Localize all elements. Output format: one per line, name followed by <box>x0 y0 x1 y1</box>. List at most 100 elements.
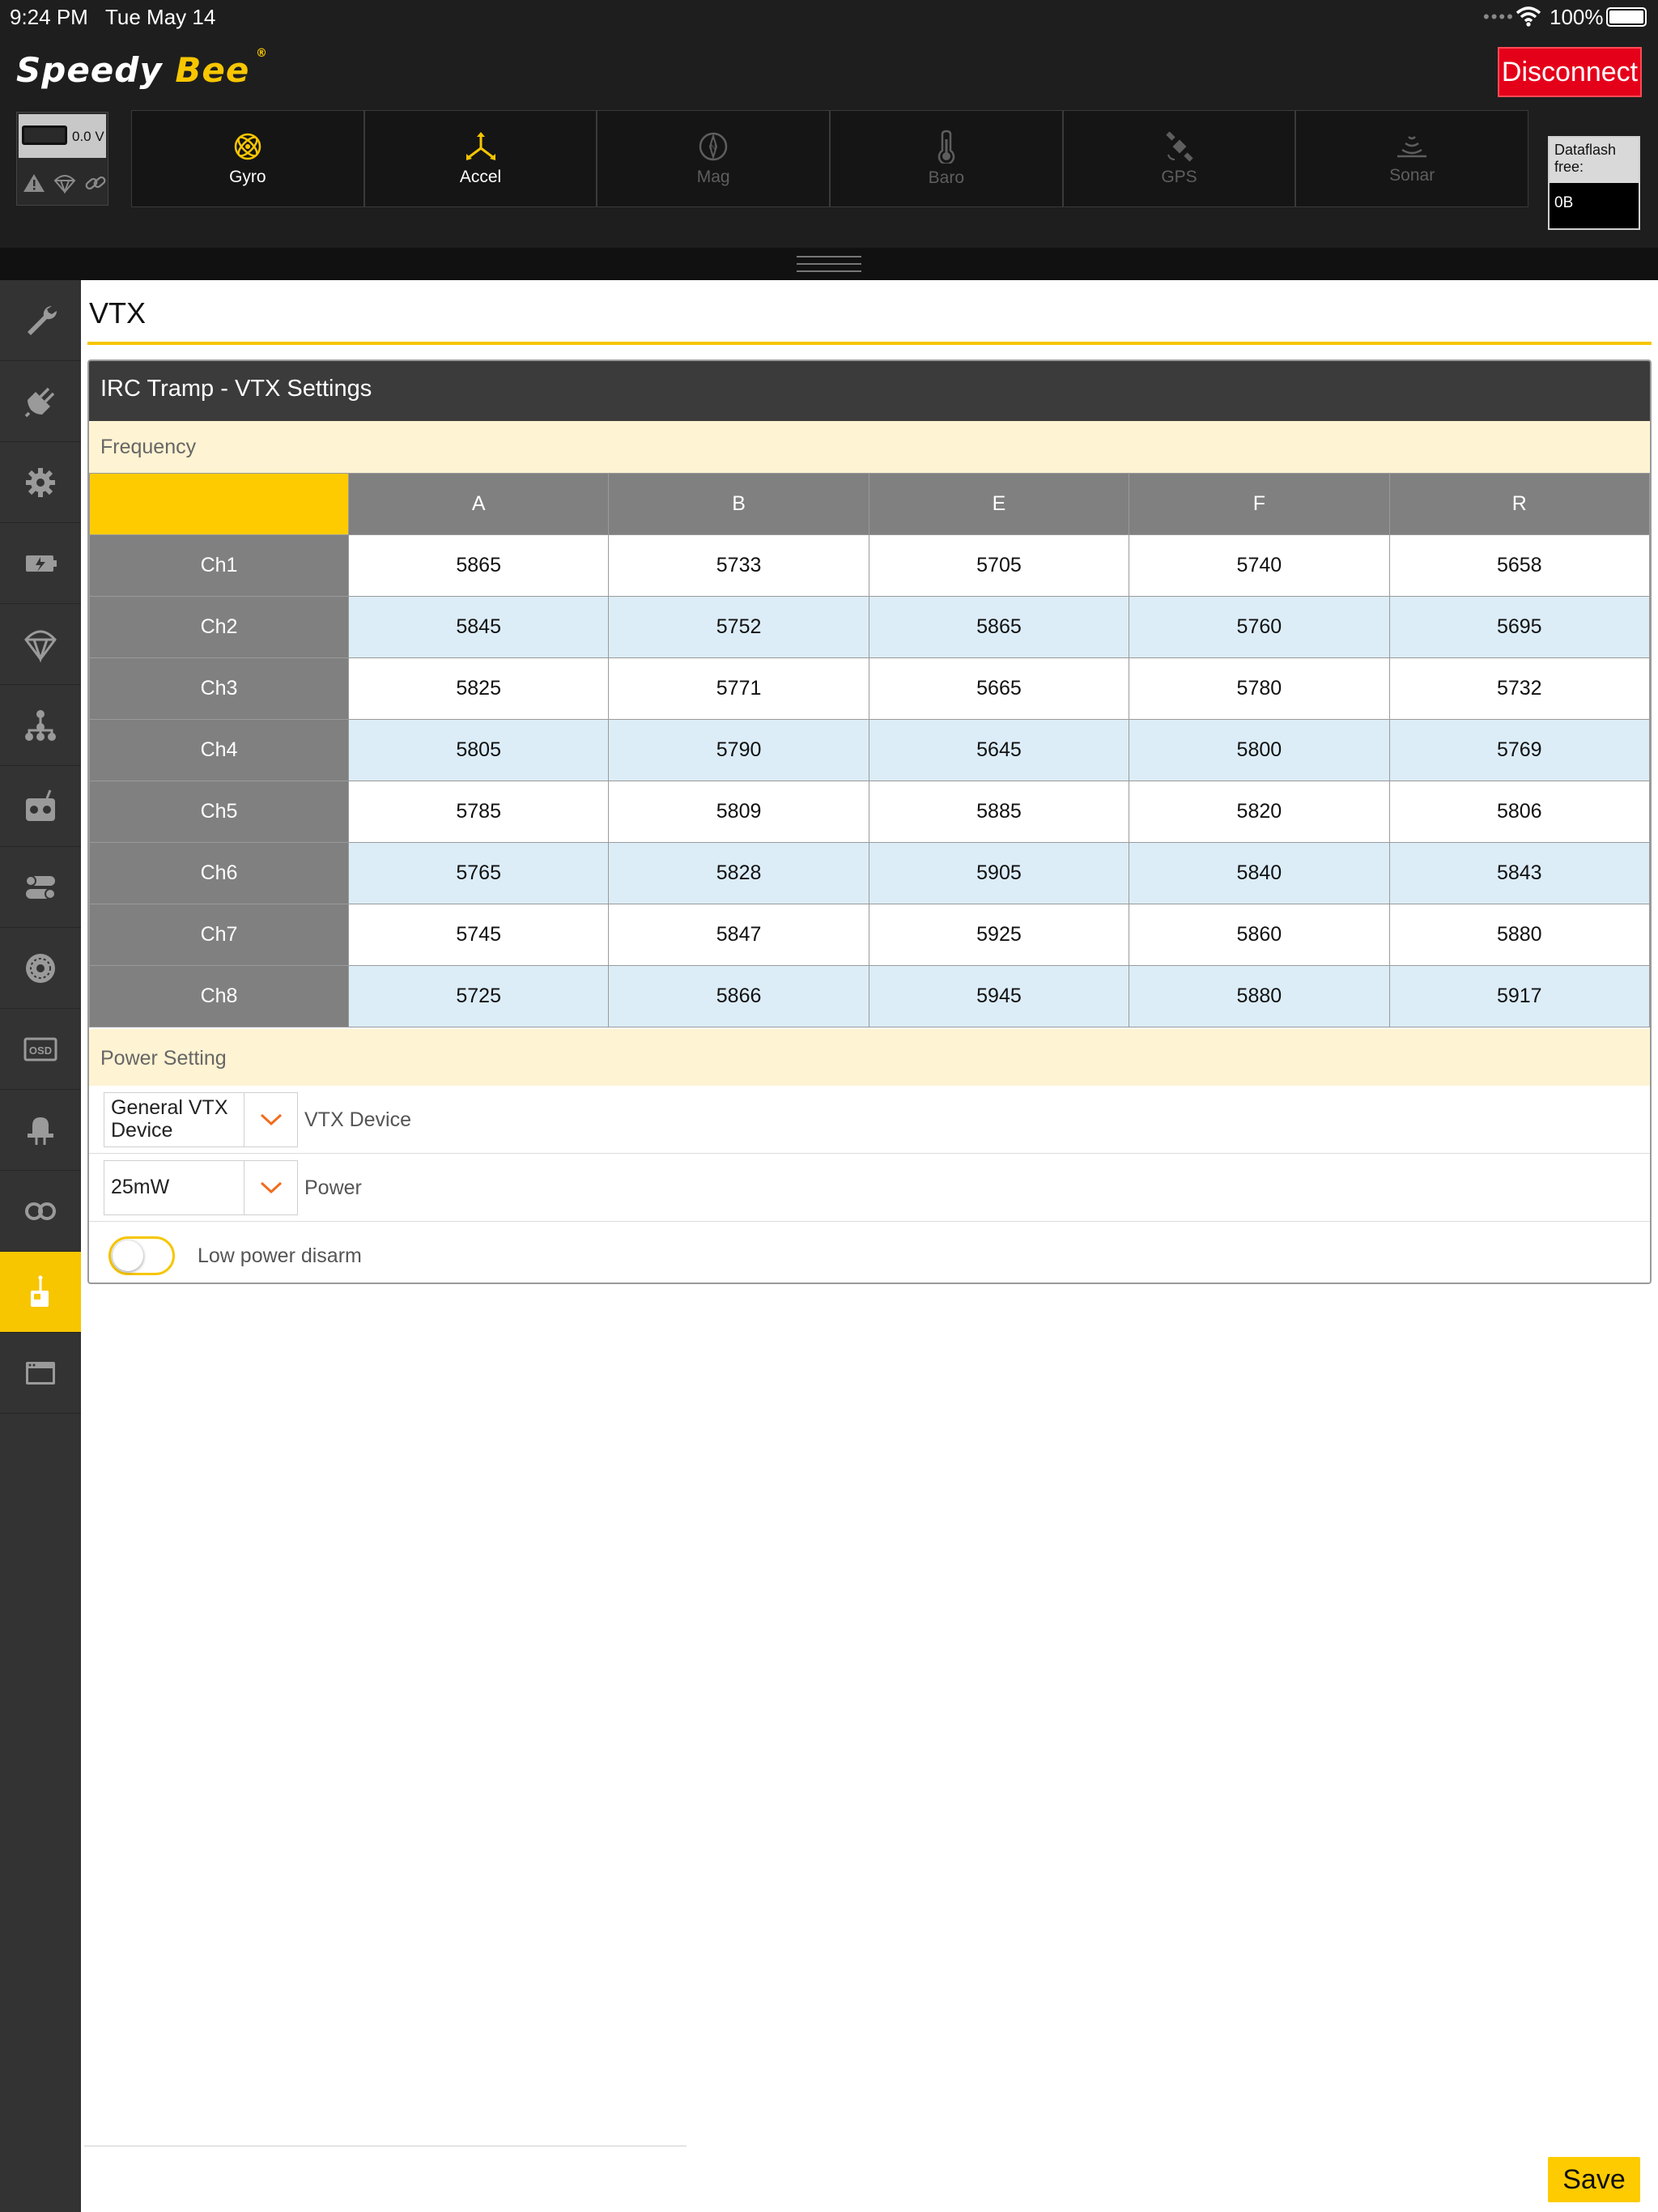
blackbox-icon <box>25 1202 56 1220</box>
svg-text:N: N <box>711 143 716 151</box>
frequency-cell[interactable]: 5885 <box>868 781 1130 843</box>
receiver-icon <box>26 789 55 821</box>
frequency-table: A B E F R Ch1 5865 5733 5705 5740 5658 C <box>89 473 1650 1027</box>
channel-label: Ch3 <box>89 657 349 720</box>
frequency-cell[interactable]: 5843 <box>1388 842 1650 904</box>
frequency-cell[interactable]: 5658 <box>1388 534 1650 597</box>
table-row: Ch2 5845 5752 5865 5760 5695 <box>89 596 1650 658</box>
gyro-icon <box>234 133 261 160</box>
frequency-cell[interactable]: 5732 <box>1388 657 1650 720</box>
sidebar-item-cli[interactable] <box>0 1333 81 1414</box>
frequency-cell[interactable]: 5880 <box>1129 965 1390 1027</box>
frequency-cell[interactable]: 5945 <box>868 965 1130 1027</box>
sidebar-item-receiver[interactable] <box>0 766 81 847</box>
frequency-cell[interactable]: 5800 <box>1129 719 1390 781</box>
band-header: B <box>608 473 869 535</box>
frequency-cell[interactable]: 5806 <box>1388 781 1650 843</box>
frequency-cell[interactable]: 5805 <box>347 719 610 781</box>
frequency-cell[interactable]: 5845 <box>347 596 610 658</box>
frequency-cell[interactable]: 5925 <box>868 904 1130 966</box>
logo-bee: Bee <box>175 50 250 90</box>
sidebar-item-configuration[interactable] <box>0 442 81 523</box>
status-date: Tue May 14 <box>105 5 216 29</box>
frequency-cell[interactable]: 5820 <box>1129 781 1390 843</box>
accel-icon <box>466 132 495 160</box>
sidebar-item-blackbox[interactable] <box>0 1171 81 1252</box>
sidebar-item-vtx[interactable] <box>0 1252 81 1333</box>
frequency-cell[interactable]: 5825 <box>347 657 610 720</box>
frequency-cell[interactable]: 5880 <box>1388 904 1650 966</box>
frequency-cell[interactable]: 5760 <box>1129 596 1390 658</box>
battery-power-icon <box>26 555 57 572</box>
power-label: Power <box>304 1176 362 1199</box>
signal-dots-icon: •••• <box>1483 6 1515 27</box>
speedybee-logo: Speedy Bee ® <box>16 47 267 90</box>
sidebar-item-pid-tuning[interactable] <box>0 685 81 766</box>
band-header: A <box>347 473 610 535</box>
frequency-cell[interactable]: 5695 <box>1388 596 1650 658</box>
frequency-cell[interactable]: 5840 <box>1129 842 1390 904</box>
frequency-cell[interactable]: 5828 <box>608 842 869 904</box>
drag-handle-icon <box>797 256 861 272</box>
save-button[interactable]: Save <box>1548 2157 1640 2202</box>
sidebar-item-setup[interactable] <box>0 280 81 361</box>
frequency-cell[interactable]: 5866 <box>608 965 869 1027</box>
frequency-cell[interactable]: 5765 <box>347 842 610 904</box>
frequency-section-label: Frequency <box>89 421 1650 473</box>
power-value: 25mW <box>111 1176 170 1198</box>
sidebar-item-osd[interactable]: OSD <box>0 1009 81 1090</box>
frequency-cell[interactable]: 5705 <box>868 534 1130 597</box>
status-icons <box>22 172 108 194</box>
title-underline <box>87 342 1652 345</box>
frequency-cell[interactable]: 5790 <box>608 719 869 781</box>
vtx-device-select[interactable]: General VTX Device <box>104 1092 298 1147</box>
sidebar-item-failsafe[interactable] <box>0 604 81 685</box>
sidebar-item-modes[interactable] <box>0 847 81 928</box>
plug-icon <box>24 387 55 417</box>
frequency-cell[interactable]: 5769 <box>1388 719 1650 781</box>
dataflash-label: Dataflash free: <box>1550 138 1639 183</box>
osd-icon: OSD <box>23 1037 57 1061</box>
frequency-cell[interactable]: 5725 <box>347 965 610 1027</box>
power-select[interactable]: 25mW <box>104 1160 298 1215</box>
table-row: Ch1 5865 5733 5705 5740 5658 <box>89 534 1650 597</box>
disconnect-button[interactable]: Disconnect <box>1498 47 1642 97</box>
status-time: 9:24 PM <box>10 5 88 29</box>
sensor-label: Accel <box>459 168 502 186</box>
frequency-cell[interactable]: 5905 <box>868 842 1130 904</box>
vtx-device-label: VTX Device <box>304 1108 411 1131</box>
frequency-cell[interactable]: 5740 <box>1129 534 1390 597</box>
main-content: VTX IRC Tramp - VTX Settings Frequency A… <box>81 280 1658 2212</box>
sidebar-item-power[interactable] <box>0 523 81 604</box>
frequency-cell[interactable]: 5847 <box>608 904 869 966</box>
frequency-cell[interactable]: 5780 <box>1129 657 1390 720</box>
low-power-disarm-toggle[interactable] <box>108 1236 175 1275</box>
frequency-cell[interactable]: 5665 <box>868 657 1130 720</box>
sensor-accel: Accel <box>365 111 598 206</box>
table-corner-cell <box>89 473 349 535</box>
sensor-bar: Gyro Accel N Mag Baro GPS Sonar <box>131 110 1528 207</box>
frequency-cell[interactable]: 5771 <box>608 657 869 720</box>
frequency-cell[interactable]: 5745 <box>347 904 610 966</box>
frequency-cell[interactable]: 5860 <box>1129 904 1390 966</box>
vtx-icon <box>31 1275 49 1307</box>
sensor-label: GPS <box>1161 168 1197 186</box>
frequency-cell[interactable]: 5733 <box>608 534 869 597</box>
frequency-cell[interactable]: 5645 <box>868 719 1130 781</box>
frequency-cell[interactable]: 5809 <box>608 781 869 843</box>
sidebar-item-led-strip[interactable] <box>0 1090 81 1171</box>
frequency-cell[interactable]: 5865 <box>868 596 1130 658</box>
frequency-cell[interactable]: 5865 <box>347 534 610 597</box>
mag-icon: N <box>699 132 728 161</box>
frequency-cell[interactable]: 5917 <box>1388 965 1650 1027</box>
vtx-settings-card: IRC Tramp - VTX Settings Frequency A B E… <box>87 359 1652 1284</box>
frequency-cell[interactable]: 5752 <box>608 596 869 658</box>
sidebar-item-motors[interactable] <box>0 928 81 1009</box>
header-collapse-handle[interactable] <box>0 248 1658 280</box>
warning-icon <box>23 174 45 192</box>
sidebar-item-ports[interactable] <box>0 361 81 442</box>
frequency-cell[interactable]: 5785 <box>347 781 610 843</box>
parachute-icon <box>24 630 57 662</box>
svg-text:OSD: OSD <box>29 1044 52 1057</box>
channel-label: Ch6 <box>89 842 349 904</box>
